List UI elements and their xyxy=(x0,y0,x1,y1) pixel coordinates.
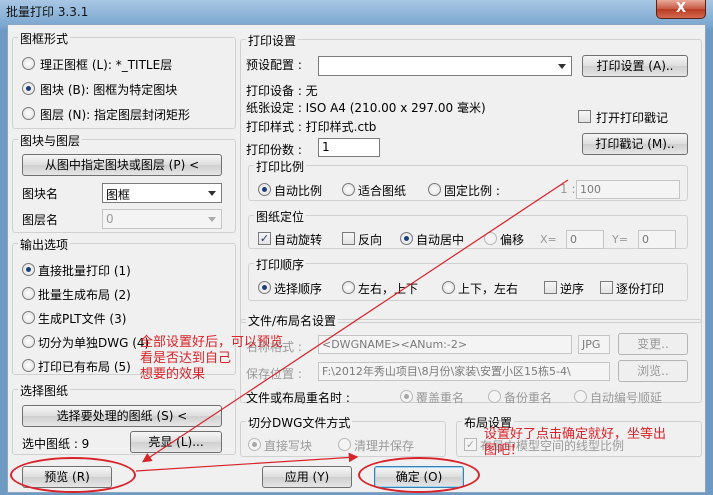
window-title: 批量打印 3.3.1 xyxy=(6,5,89,19)
print-dialog-window: 批量打印 3.3.1 X 图框形式 理正图框 (L): *_TITLE层 图块 … xyxy=(0,0,713,495)
annotation-arrows xyxy=(135,179,569,472)
close-button[interactable]: X xyxy=(656,0,706,19)
title-bar[interactable]: 批量打印 3.3.1 X xyxy=(0,0,713,22)
arrow-to-preview xyxy=(141,179,569,463)
arrow-to-ok xyxy=(135,452,359,472)
dialog-client-area: 图框形式 理正图框 (L): *_TITLE层 图块 (B): 图框为特定图块 … xyxy=(7,24,706,493)
